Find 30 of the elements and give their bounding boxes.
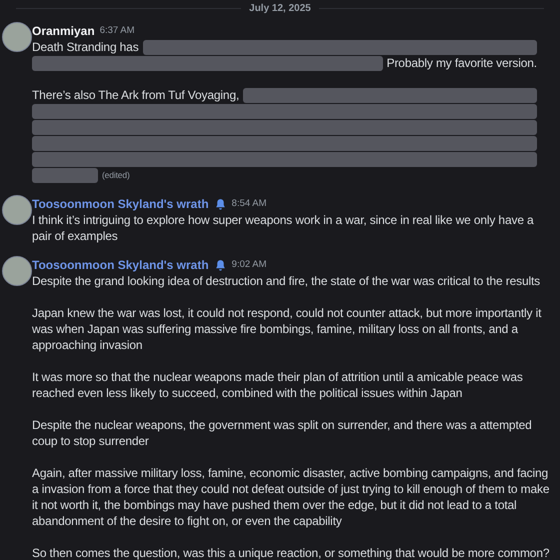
message-text: Death Stranding has bbox=[32, 39, 139, 55]
author-name[interactable]: Toosoonmoon Skyland's wrath bbox=[32, 256, 209, 274]
spoiler-block[interactable] bbox=[243, 88, 537, 102]
spoiler-block[interactable] bbox=[32, 120, 537, 134]
message-text: Probably my favorite version. bbox=[386, 55, 537, 71]
message-text: Again, after massive military loss, famine, economic disaster, active bombing campaigns, and facing a invasion from a force that they could not defeat outside of just trying to kill enough of them to make it not worth it, the bombings may have pushed them over the edge, but it did not lead to a total abandonment of the desire to fight on, or even the capability bbox=[32, 465, 550, 529]
message-text: Despite the grand looking idea of destruction and fire, the state of the war was critical to the results bbox=[32, 273, 542, 289]
message-text: There’s also The Ark from Tuf Voyaging, bbox=[32, 87, 240, 103]
avatar[interactable] bbox=[2, 256, 32, 286]
message-text: Japan knew the war was lost, it could not respond, could not counter attack, but more importantly it was when Japan was suffering massive fire bombings, famine, military loss on all fronts, and a approaching invasion bbox=[32, 305, 542, 353]
spoiler-block[interactable] bbox=[32, 152, 537, 166]
bell-icon bbox=[214, 198, 227, 210]
author-name[interactable]: Toosoonmoon Skyland's wrath bbox=[32, 195, 209, 213]
avatar[interactable] bbox=[2, 22, 32, 52]
timestamp: 9:02 AM bbox=[232, 258, 267, 272]
message-text: Despite the nuclear weapons, the government was split on surrender, and there was a attempted coup to stop surrender bbox=[32, 417, 533, 449]
spoiler-block[interactable] bbox=[142, 40, 537, 54]
spoiler-block[interactable] bbox=[32, 104, 537, 118]
bell-icon bbox=[214, 258, 227, 272]
edited-label: (edited) bbox=[102, 169, 130, 182]
avatar[interactable] bbox=[2, 195, 32, 225]
spoiler-block[interactable] bbox=[32, 136, 537, 150]
author-name[interactable]: Oranmiyan bbox=[32, 22, 95, 40]
message-text: It was more so that the nuclear weapons made their plan of attrition until a amicable peace was reached even less likely to succeed, combined with the political issues within Japan bbox=[32, 369, 524, 401]
spoiler-block[interactable] bbox=[32, 168, 98, 182]
message-text: So then comes the question, was this a unique reaction, or something that would be more common? bbox=[32, 545, 550, 560]
date-divider: July 12, 2025 bbox=[249, 2, 311, 16]
timestamp: 8:54 AM bbox=[232, 196, 267, 211]
message-text: I think it’s intriguing to explore how super weapons work in a war, since in real like we only have a pair of examples bbox=[32, 212, 535, 244]
timestamp: 6:37 AM bbox=[100, 24, 135, 38]
